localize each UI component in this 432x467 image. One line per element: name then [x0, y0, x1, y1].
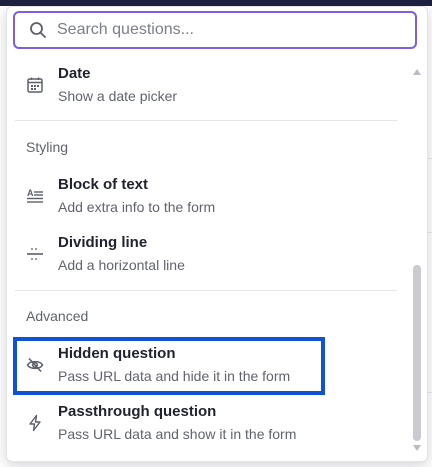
section-label-advanced: Advanced	[26, 308, 89, 324]
section-divider	[15, 120, 397, 121]
item-description: Show a date picker	[58, 88, 178, 104]
lightning-icon	[25, 413, 45, 433]
item-title: Passthrough question	[58, 403, 217, 420]
item-description: Add a horizontal line	[58, 257, 185, 273]
svg-text:A: A	[27, 188, 34, 198]
section-divider	[15, 290, 397, 291]
calendar-icon	[25, 75, 45, 95]
divider-icon	[25, 244, 45, 264]
item-title: Date	[58, 65, 91, 82]
list-item-dividing-line[interactable]: Dividing line Add a horizontal line	[7, 228, 397, 280]
search-icon	[27, 19, 49, 41]
list-item-passthrough-question[interactable]: Passthrough question Pass URL data and s…	[7, 397, 397, 449]
section-label-styling: Styling	[26, 139, 69, 155]
item-description: Add extra info to the form	[58, 199, 216, 215]
list-item-block-of-text[interactable]: A Block of text Add extra info to the fo…	[7, 170, 397, 222]
text-block-icon: A	[25, 186, 45, 206]
scroll-up-arrow[interactable]	[413, 69, 421, 75]
search-input[interactable]	[57, 15, 415, 45]
list-item-date[interactable]: Date Show a date picker	[7, 59, 397, 111]
item-title: Block of text	[58, 176, 149, 193]
item-description: Pass URL data and show it in the form	[58, 426, 297, 442]
highlight-box	[13, 337, 325, 395]
question-type-dropdown: Date Show a date picker Styling A Block …	[6, 6, 428, 462]
scroll-down-arrow[interactable]	[413, 445, 421, 451]
scrollbar-thumb[interactable]	[413, 265, 421, 441]
item-title: Dividing line	[58, 234, 148, 251]
search-box[interactable]	[13, 11, 417, 49]
